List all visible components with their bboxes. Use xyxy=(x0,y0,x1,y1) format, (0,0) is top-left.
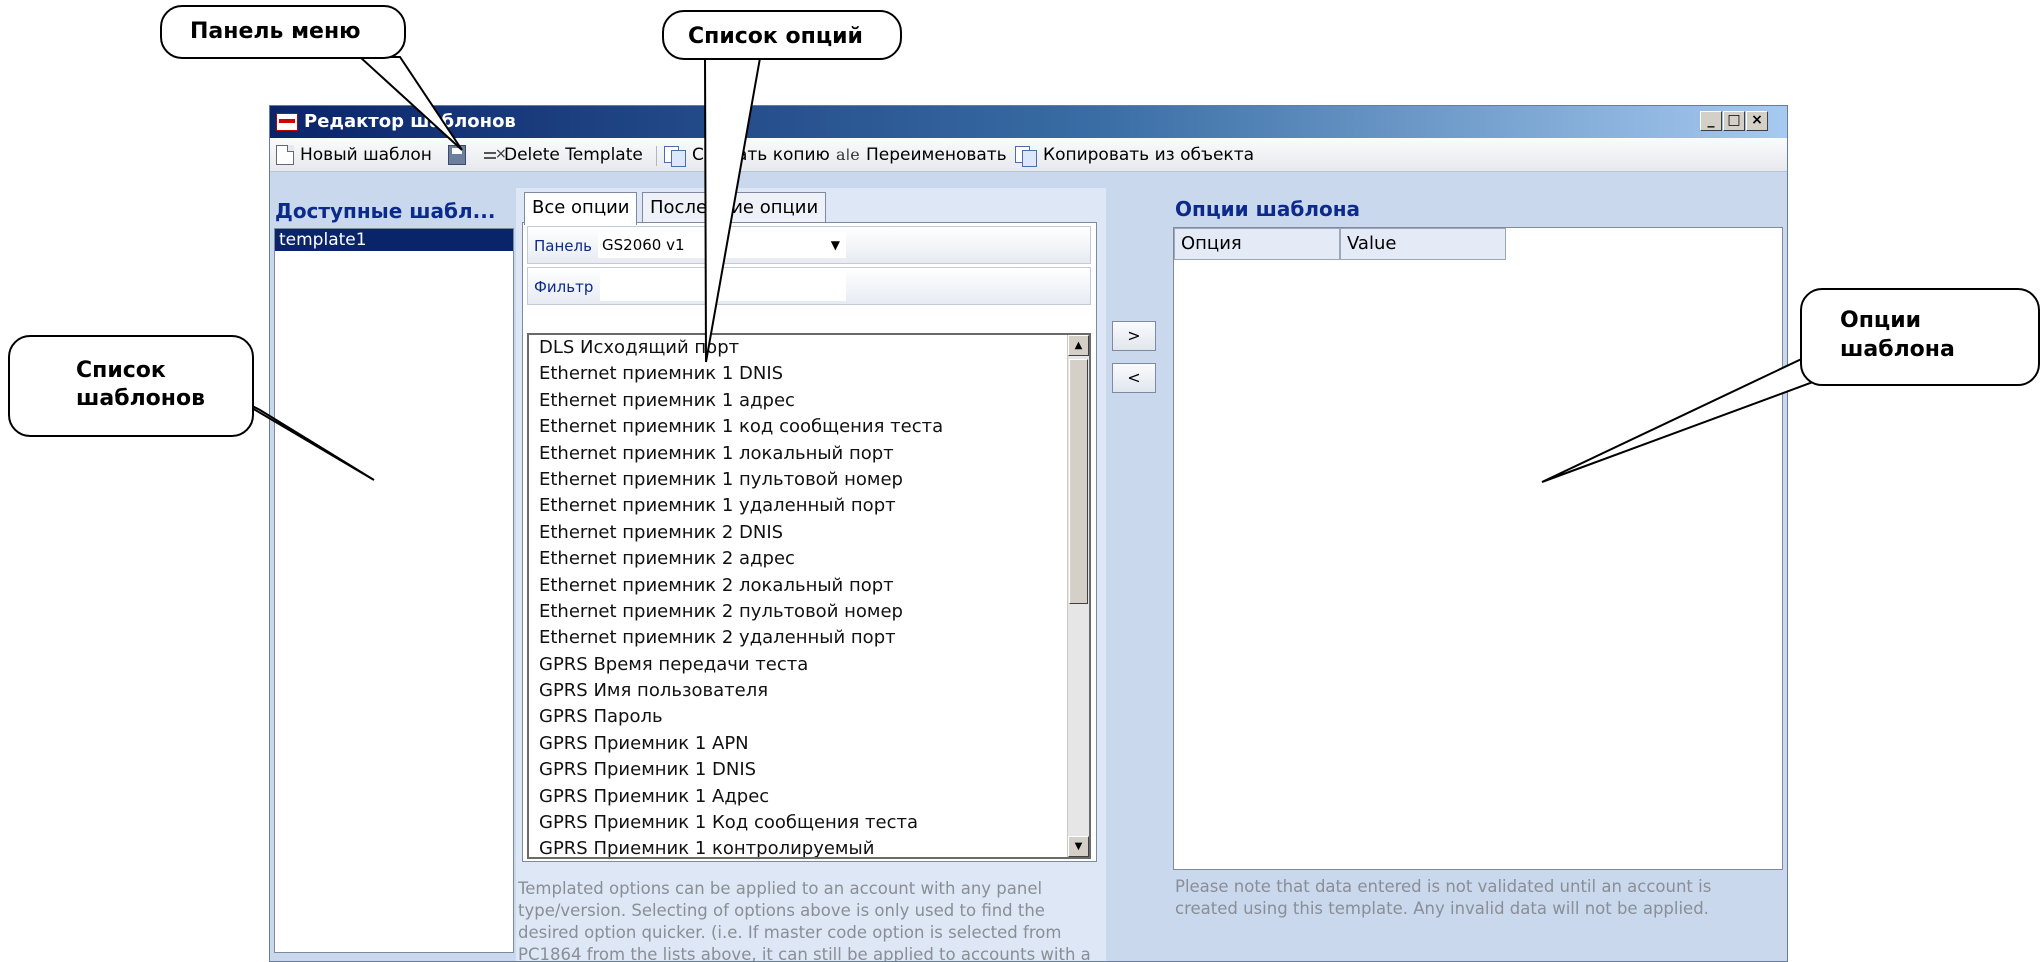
leader-template-options xyxy=(1541,353,1843,483)
callout-templates-list: Список шаблонов xyxy=(8,335,254,437)
callout-leader-lines xyxy=(217,56,1843,483)
leader-options-list xyxy=(703,57,762,363)
callout-menu-bar: Панель меню xyxy=(160,5,406,59)
callout-options-list: Список опций xyxy=(662,10,902,60)
callout-template-options: Опции шаблона xyxy=(1800,288,2040,386)
leader-menu-bar xyxy=(357,56,463,151)
